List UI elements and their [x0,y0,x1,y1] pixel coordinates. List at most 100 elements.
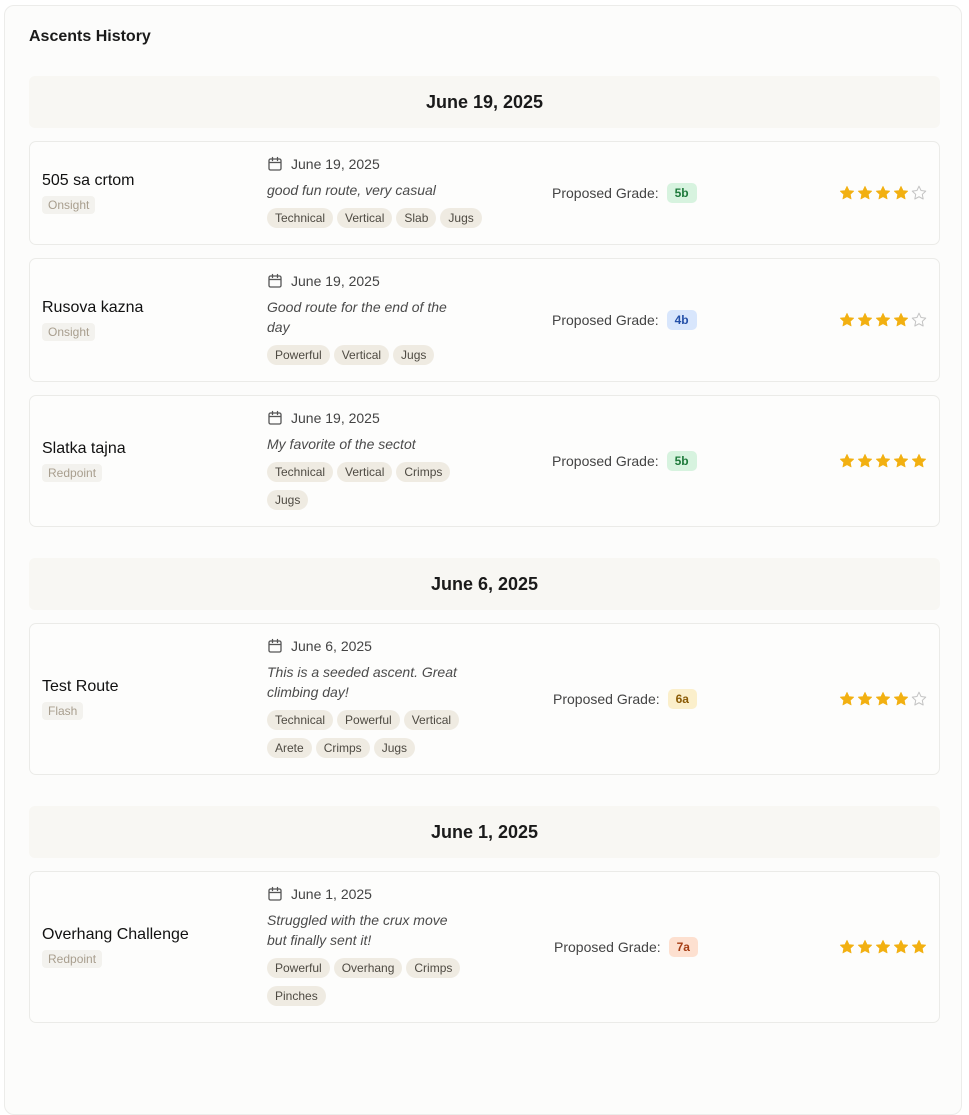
ascent-date-text: June 19, 2025 [291,410,380,426]
star-rating [837,259,927,381]
grade-badge: 5b [666,183,697,203]
grade-badge: 5b [666,451,697,471]
grade-badge: 4b [666,310,697,330]
tag-list: Powerful Overhang Crimps Pinches [267,958,492,1014]
ascent-date-text: June 19, 2025 [291,156,380,172]
star-empty-icon [911,185,927,200]
star-rating [837,624,927,774]
ascent-style-badge: Onsight [42,196,96,214]
route-info: Rusova kazna Onsight [42,259,143,381]
route-name[interactable]: Slatka tajna [42,440,126,458]
star-filled-icon [839,312,855,327]
route-tag: Vertical [403,710,460,730]
ascent-details: June 19, 2025 good fun route, very casual… [267,142,492,244]
star-rating [837,872,927,1022]
route-tag: Powerful [267,958,330,978]
proposed-grade-label: Proposed Grade: [552,453,659,469]
star-filled-icon [839,453,855,468]
comment-line: but finally sent it! [267,932,372,948]
date-group: June 6, 2025 Test Route Flash June 6, 2025 T… [29,558,940,775]
star-rating [837,396,927,526]
star-filled-icon [911,453,927,468]
star-rating [837,142,927,244]
date-group-header: June 1, 2025 [29,806,940,858]
calendar-icon [268,273,282,288]
ascent-date: June 6, 2025 [267,636,492,656]
proposed-grade: Proposed Grade: 4b [552,259,697,381]
page-title: Ascents History [29,28,151,45]
ascent-groups: June 19, 2025 505 sa crtom Onsight June 19,… [29,76,940,1054]
grade-badge: 7a [668,937,698,957]
comment-line: Struggled with the crux move [267,912,448,928]
ascent-details: June 1, 2025 Struggled with the crux move… [267,872,492,1022]
ascent-date-text: June 19, 2025 [291,273,380,289]
ascent-style-badge: Redpoint [42,950,103,968]
route-tag: Pinches [267,986,326,1006]
ascent-style-badge: Flash [42,702,84,720]
star-filled-icon [875,185,891,200]
proposed-grade-label: Proposed Grade: [552,312,659,328]
star-filled-icon [911,939,927,954]
route-tag: Crimps [396,462,451,482]
star-filled-icon [857,691,873,706]
calendar-icon [268,886,282,901]
star-filled-icon [875,312,891,327]
star-filled-icon [857,939,873,954]
star-filled-icon [893,453,909,468]
ascent-details: June 6, 2025 This is a seeded ascent. Gre… [267,624,492,774]
comment-line: This is a seeded ascent. Great [267,664,457,680]
ascent-card[interactable]: 505 sa crtom Onsight June 19, 2025 good fun… [29,141,940,245]
star-filled-icon [875,453,891,468]
proposed-grade-label: Proposed Grade: [553,691,660,707]
star-filled-icon [839,691,855,706]
route-tag: Jugs [440,208,482,228]
route-name[interactable]: Test Route [42,678,118,696]
proposed-grade: Proposed Grade: 6a [553,624,697,774]
ascent-date: June 19, 2025 [267,154,492,174]
star-filled-icon [857,185,873,200]
route-tag: Powerful [267,345,330,365]
star-filled-icon [893,312,909,327]
calendar-icon [268,156,282,171]
ascent-card[interactable]: Test Route Flash June 6, 2025 This is a see… [29,623,940,775]
proposed-grade: Proposed Grade: 5b [552,142,697,244]
route-name[interactable]: Rusova kazna [42,299,143,317]
star-filled-icon [875,939,891,954]
route-tag: Vertical [337,208,393,228]
route-name[interactable]: 505 sa crtom [42,172,134,190]
comment-line: climbing day! [267,684,349,700]
comment-line: Good route for the end of the [267,299,447,315]
route-info: Slatka tajna Redpoint [42,396,126,526]
ascent-card[interactable]: Slatka tajna Redpoint June 19, 2025 My favo… [29,395,940,527]
star-filled-icon [857,453,873,468]
date-group: June 1, 2025 Overhang Challenge Redpoint Ju… [29,806,940,1023]
star-filled-icon [893,939,909,954]
route-tag: Slab [396,208,437,228]
ascent-card[interactable]: Overhang Challenge Redpoint June 1, 2025 St… [29,871,940,1023]
date-group-header: June 19, 2025 [29,76,940,128]
date-group-header: June 6, 2025 [29,558,940,610]
proposed-grade: Proposed Grade: 7a [554,872,698,1022]
proposed-grade-label: Proposed Grade: [554,939,661,955]
route-tag: Crimps [315,738,370,758]
star-empty-icon [911,691,927,706]
route-info: Test Route Flash [42,624,118,774]
ascent-card[interactable]: Rusova kazna Onsight June 19, 2025 Good rou… [29,258,940,382]
ascent-comment: good fun route, very casual [267,180,492,200]
ascent-date-text: June 6, 2025 [291,638,372,654]
star-filled-icon [839,185,855,200]
star-filled-icon [839,939,855,954]
ascent-details: June 19, 2025 Good route for the end of t… [267,259,492,381]
route-name[interactable]: Overhang Challenge [42,926,189,944]
ascent-comment: Struggled with the crux move but finally … [267,910,492,950]
route-tag: Technical [267,462,334,482]
route-tag: Overhang [333,958,403,978]
route-tag: Crimps [406,958,461,978]
date-group: June 19, 2025 505 sa crtom Onsight June 19,… [29,76,940,527]
ascents-history-panel: Ascents History June 19, 2025 505 sa crto… [4,5,962,1115]
star-filled-icon [875,691,891,706]
route-tag: Powerful [337,710,400,730]
ascent-style-badge: Redpoint [42,464,103,482]
calendar-icon [268,410,282,425]
tag-list: Powerful Vertical Jugs [267,345,492,373]
